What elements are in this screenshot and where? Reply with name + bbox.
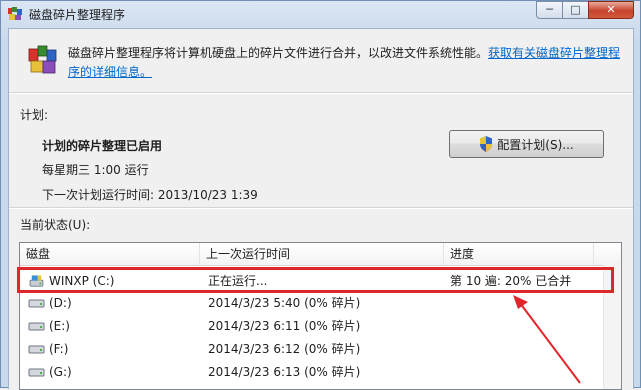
disk-name: (G:) [49, 365, 72, 379]
last-run-value: 2014/3/23 6:12 (0% 碎片) [208, 342, 361, 356]
disk-row-d[interactable]: (D:) 2014/3/23 5:40 (0% 碎片) [20, 292, 621, 314]
progress-value [450, 292, 600, 314]
disk-list[interactable]: 磁盘 上一次运行时间 进度 WINXP (C:) 正在运行... 第 10 遍:… [19, 242, 622, 390]
status-section-label: 当前状态(U): [20, 218, 91, 232]
column-header-last-run[interactable]: 上一次运行时间 [200, 243, 444, 265]
last-run-value: 正在运行... [208, 274, 268, 288]
uac-shield-icon [480, 136, 493, 152]
maximize-button[interactable]: □ [562, 1, 589, 19]
schedule-frequency: 每星期三 1:00 运行 [42, 163, 149, 177]
disk-name: (D:) [49, 296, 72, 310]
drive-icon [28, 345, 45, 354]
last-run-value: 2014/3/23 6:13 (0% 碎片) [208, 365, 361, 379]
disk-list-header: 磁盘 上一次运行时间 进度 [20, 243, 621, 266]
window-title: 磁盘碎片整理程序 [29, 8, 126, 22]
disk-name: (E:) [49, 319, 70, 333]
progress-value [450, 338, 600, 360]
divider [9, 207, 633, 209]
dialog-content: 磁盘碎片整理程序将计算机硬盘上的碎片文件进行合并，以改进文件系统性能。获取有关磁… [8, 28, 634, 390]
close-button[interactable]: ✕ [588, 1, 634, 19]
vertical-scrollbar[interactable] [603, 265, 621, 389]
disk-row-e[interactable]: (E:) 2014/3/23 6:11 (0% 碎片) [20, 315, 621, 337]
schedule-next-run: 下一次计划运行时间: 2013/10/23 1:39 [42, 188, 258, 202]
progress-value [450, 315, 600, 337]
progress-value [450, 361, 600, 383]
intro-description: 磁盘碎片整理程序将计算机硬盘上的碎片文件进行合并，以改进文件系统性能。 [68, 46, 489, 60]
column-header-progress[interactable]: 进度 [444, 243, 594, 265]
drive-icon [28, 322, 45, 331]
schedule-section-label: 计划: [20, 108, 49, 122]
title-bar[interactable]: 磁盘碎片整理程序 ─ □ ✕ [1, 1, 640, 27]
configure-schedule-button[interactable]: 配置计划(S)... [449, 130, 604, 158]
disk-row-c[interactable]: WINXP (C:) 正在运行... 第 10 遍: 20% 已合并 [20, 270, 621, 292]
last-run-value: 2014/3/23 6:11 (0% 碎片) [208, 319, 361, 333]
defrag-large-icon [28, 45, 57, 74]
disk-name: WINXP (C:) [49, 274, 115, 288]
drive-icon [28, 368, 45, 377]
disk-row-f[interactable]: (F:) 2014/3/23 6:12 (0% 碎片) [20, 338, 621, 360]
defrag-app-icon [8, 7, 22, 20]
window-frame: 磁盘碎片整理程序 ─ □ ✕ 磁盘碎片整理程序将计算机硬盘上的碎片文件进行合并，… [0, 0, 641, 390]
disk-name: (F:) [49, 342, 69, 356]
progress-value: 第 10 遍: 20% 已合并 [450, 274, 572, 288]
drive-icon [28, 299, 45, 308]
disk-row-g[interactable]: (G:) 2014/3/23 6:13 (0% 碎片) [20, 361, 621, 383]
intro-text: 磁盘碎片整理程序将计算机硬盘上的碎片文件进行合并，以改进文件系统性能。获取有关磁… [68, 44, 628, 82]
schedule-status: 计划的碎片整理已启用 [42, 139, 163, 153]
configure-schedule-label: 配置计划(S)... [497, 137, 574, 152]
last-run-value: 2014/3/23 5:40 (0% 碎片) [208, 296, 361, 310]
system-drive-icon [29, 275, 44, 287]
column-header-disk[interactable]: 磁盘 [20, 243, 200, 265]
minimize-button[interactable]: ─ [536, 1, 563, 19]
divider [9, 92, 633, 94]
